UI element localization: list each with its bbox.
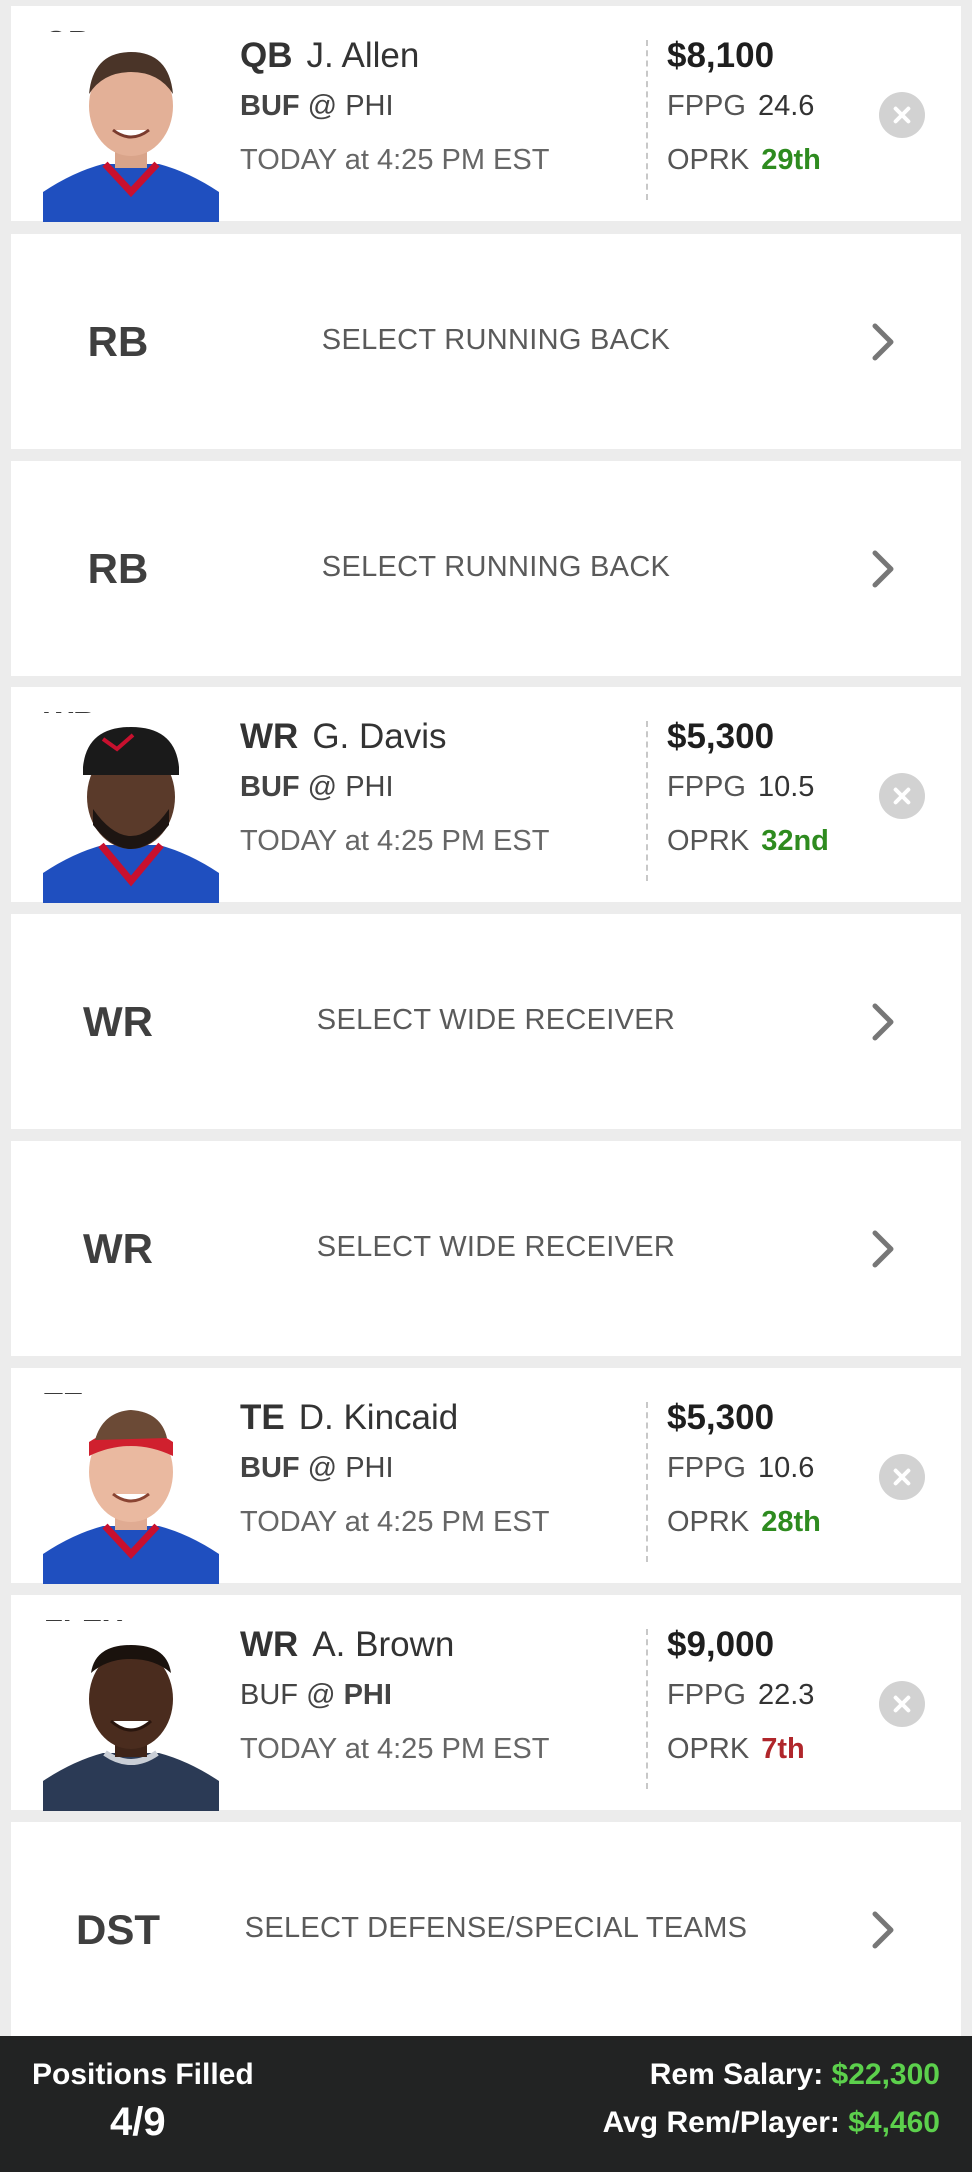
oprk-label: OPRK — [667, 1506, 750, 1538]
game-time: TODAY at 4:25 PM EST — [240, 825, 550, 857]
oprk-label: OPRK — [667, 1733, 750, 1765]
oprk-label: OPRK — [667, 144, 750, 176]
matchup-at: @ — [307, 1452, 338, 1484]
divider — [646, 1629, 648, 1789]
chevron-right-icon[interactable] — [871, 1002, 897, 1042]
avg-rem-value: $4,460 — [848, 2106, 940, 2139]
fppg-label: FPPG — [667, 90, 746, 122]
remaining-salary: Rem Salary: $22,300 — [650, 2058, 940, 2092]
slot-position: WR — [83, 1225, 153, 1272]
avg-remaining-per-player: Avg Rem/Player: $4,460 — [603, 2106, 940, 2140]
player-position: WR — [240, 1625, 299, 1664]
matchup-at: @ — [307, 90, 338, 122]
oprk-value: 7th — [761, 1733, 805, 1765]
fppg-value: 10.5 — [757, 771, 815, 803]
select-player-label[interactable]: SELECT WIDE RECEIVER — [225, 1004, 767, 1037]
lineup-slot-flex[interactable]: FLEX WRA. Brown BUF @ PHI TODAY at 4:25 … — [11, 1595, 961, 1811]
positions-filled-value: 4/9 — [110, 2100, 166, 2144]
player-headshot[interactable] — [43, 1394, 219, 1584]
player-name[interactable]: A. Brown — [312, 1625, 454, 1664]
player-position: TE — [240, 1398, 285, 1437]
select-player-label[interactable]: SELECT RUNNING BACK — [225, 551, 767, 584]
chevron-right-icon[interactable] — [871, 1910, 897, 1950]
fppg-label: FPPG — [667, 1452, 746, 1484]
lineup-summary-footer: Positions Filled 4/9 Rem Salary: $22,300… — [0, 2036, 972, 2172]
player-salary: $5,300 — [667, 717, 775, 756]
home-team: PHI — [343, 1679, 392, 1711]
rem-salary-value: $22,300 — [831, 2058, 940, 2091]
player-headshot[interactable] — [43, 713, 219, 903]
remove-player-close-icon[interactable] — [879, 1454, 925, 1500]
select-player-label[interactable]: SELECT WIDE RECEIVER — [225, 1231, 767, 1264]
away-team: BUF — [240, 771, 300, 803]
player-headshot[interactable] — [43, 1621, 219, 1811]
divider — [646, 721, 648, 881]
rem-salary-label: Rem Salary: — [649, 2058, 824, 2091]
game-time: TODAY at 4:25 PM EST — [240, 144, 550, 176]
oprk-value: 29th — [761, 144, 821, 176]
chevron-right-icon[interactable] — [871, 1229, 897, 1269]
player-name[interactable]: D. Kincaid — [299, 1398, 459, 1437]
remove-player-close-icon[interactable] — [879, 92, 925, 138]
divider — [646, 1402, 648, 1562]
fppg-value: 22.3 — [757, 1679, 815, 1711]
slot-position: RB — [87, 545, 149, 592]
player-position: QB — [240, 36, 293, 75]
lineup-slot-rb-1[interactable]: RB SELECT RUNNING BACK — [11, 234, 961, 449]
lineup-slot-te[interactable]: TE TED. Kincaid BUF @ PHI TODAY at 4:25 … — [11, 1368, 961, 1584]
avg-rem-label: Avg Rem/Player: — [602, 2106, 840, 2139]
oprk-label: OPRK — [667, 825, 750, 857]
player-salary: $8,100 — [667, 36, 775, 75]
lineup-slot-wr-3[interactable]: WR SELECT WIDE RECEIVER — [11, 1141, 961, 1356]
home-team: PHI — [345, 771, 394, 803]
player-salary: $9,000 — [667, 1625, 775, 1664]
remove-player-close-icon[interactable] — [879, 1681, 925, 1727]
select-player-label[interactable]: SELECT RUNNING BACK — [225, 324, 767, 357]
divider — [646, 40, 648, 200]
player-name[interactable]: G. Davis — [312, 717, 446, 756]
select-player-label[interactable]: SELECT DEFENSE/SPECIAL TEAMS — [225, 1912, 767, 1945]
lineup-slot-wr-2[interactable]: WR SELECT WIDE RECEIVER — [11, 914, 961, 1129]
away-team: BUF — [240, 1679, 298, 1711]
fppg-label: FPPG — [667, 771, 746, 803]
slot-position: RB — [87, 318, 149, 365]
chevron-right-icon[interactable] — [871, 322, 897, 362]
game-time: TODAY at 4:25 PM EST — [240, 1733, 550, 1765]
matchup-at: @ — [306, 1679, 336, 1711]
lineup-slot-qb[interactable]: QB QBJ. Allen BUF @ PHI TODAY at 4:25 PM… — [11, 6, 961, 222]
fppg-value: 24.6 — [757, 90, 815, 122]
lineup-slot-wr-1[interactable]: WR WRG. Davis BUF @ PHI TODAY at 4:25 PM… — [11, 687, 961, 903]
fppg-label: FPPG — [667, 1679, 746, 1711]
matchup-at: @ — [307, 771, 338, 803]
player-name[interactable]: J. Allen — [307, 36, 420, 75]
player-salary: $5,300 — [667, 1398, 775, 1437]
player-headshot[interactable] — [43, 32, 219, 222]
oprk-value: 32nd — [761, 825, 829, 857]
remove-player-close-icon[interactable] — [879, 773, 925, 819]
fppg-value: 10.6 — [757, 1452, 815, 1484]
home-team: PHI — [345, 90, 394, 122]
lineup-slot-rb-2[interactable]: RB SELECT RUNNING BACK — [11, 461, 961, 676]
home-team: PHI — [345, 1452, 394, 1484]
slot-position: WR — [83, 998, 153, 1045]
slot-position: DST — [76, 1906, 160, 1953]
away-team: BUF — [240, 90, 300, 122]
game-time: TODAY at 4:25 PM EST — [240, 1506, 550, 1538]
oprk-value: 28th — [761, 1506, 821, 1538]
chevron-right-icon[interactable] — [871, 549, 897, 589]
positions-filled-label: Positions Filled — [32, 2058, 254, 2091]
lineup-slot-dst[interactable]: DST SELECT DEFENSE/SPECIAL TEAMS — [11, 1822, 961, 2036]
away-team: BUF — [240, 1452, 300, 1484]
player-position: WR — [240, 717, 299, 756]
